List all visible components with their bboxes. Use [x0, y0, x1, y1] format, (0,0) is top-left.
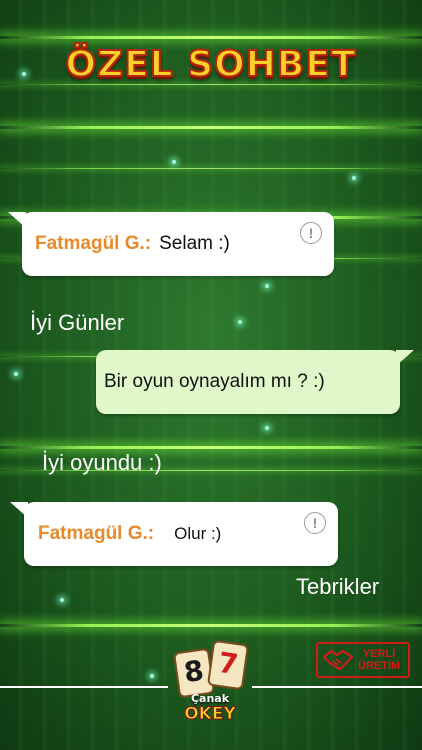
glow-line [0, 446, 422, 449]
okey-tile: 7 [206, 639, 250, 691]
chat-message-plain: İyi Günler [30, 310, 125, 335]
chat-message-plain: İyi oyundu :) [42, 450, 162, 475]
chat-message-plain: Tebrikler [296, 574, 380, 599]
sparkle-dot [172, 160, 176, 164]
report-info-icon[interactable]: ! [304, 512, 326, 534]
logo-text-line2: OKEY [184, 704, 237, 725]
sparkle-dot [265, 284, 269, 288]
report-info-icon[interactable]: ! [300, 222, 322, 244]
glow-line [0, 168, 422, 169]
chat-message-outgoing: Bir oyun oynayalım mı ? :) [96, 350, 414, 414]
handshake-icon [322, 649, 354, 671]
sender-name: Fatmagül G.: [38, 523, 155, 544]
sparkle-dot [60, 598, 64, 602]
chat-message-incoming: Fatmagül G.: Olur :) ! [10, 502, 338, 566]
glow-line [0, 624, 422, 627]
sparkle-dot [265, 426, 269, 430]
chat-message-incoming: Fatmagül G.: Selam :) ! [8, 212, 334, 276]
badge-line2: ÜRETİM [358, 660, 401, 672]
sender-name: Fatmagül G.: [35, 233, 152, 254]
sparkle-dot [14, 372, 18, 376]
sparkle-dot [150, 674, 154, 678]
message-text: Olur :) [174, 524, 222, 543]
message-text: Selam :) [159, 233, 230, 254]
yerli-uretim-badge: YERLİ ÜRETİM [316, 642, 410, 678]
glow-line [0, 126, 422, 129]
badge-line1: YERLİ [362, 648, 396, 660]
glow-line [0, 36, 422, 39]
canak-okey-logo: 8 7 Çanak OKEY [170, 639, 250, 730]
page-title: ÖZEL SOHBET [64, 43, 357, 86]
message-text: Bir oyun oynayalım mı ? :) [104, 371, 325, 392]
divider [0, 686, 168, 688]
sparkle-dot [352, 176, 356, 180]
divider [252, 686, 422, 688]
sparkle-dot [238, 320, 242, 324]
